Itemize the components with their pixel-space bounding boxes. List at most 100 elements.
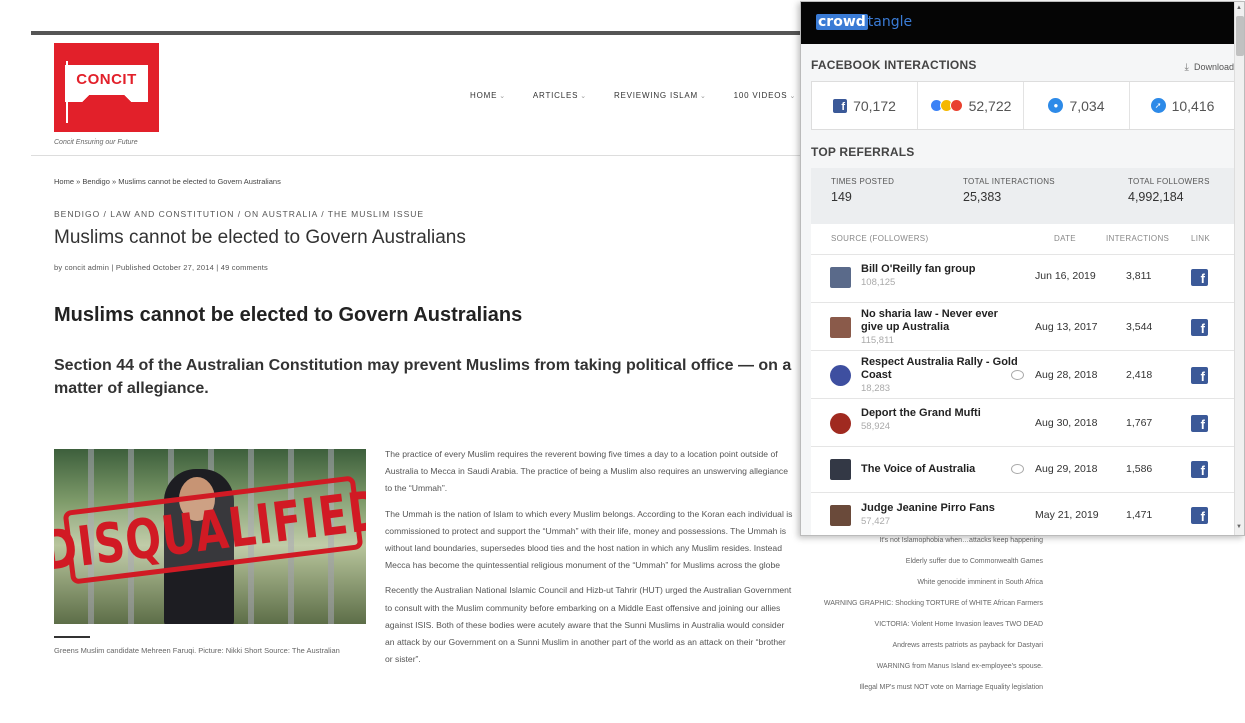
source-name[interactable]: The Voice of Australia [861, 463, 1021, 476]
post-date: Jun 16, 2019 [1035, 270, 1096, 282]
post-title: Muslims cannot be elected to Govern Aust… [54, 227, 466, 248]
column-header-interactions: INTERACTIONS [1106, 234, 1170, 243]
crowdtangle-panel: crowd tangle FACEBOOK INTERACTIONS ⤓ Downl… [800, 1, 1245, 536]
source-name[interactable]: Deport the Grand Mufti [861, 407, 1021, 420]
chevron-down-icon: ⌄ [699, 93, 707, 100]
main-nav: HOME ⌄ ARTICLES ⌄ REVIEWING ISLAM ⌄ 100 VID… [470, 91, 796, 100]
totals-label: TIMES POSTED [831, 177, 895, 186]
totals-value: 4,992,184 [1128, 190, 1184, 204]
breadcrumb: Home » Bendigo » Muslims cannot be elect… [54, 177, 281, 186]
scroll-thumb[interactable] [1236, 16, 1244, 56]
avatar [830, 459, 851, 480]
interaction-count: 2,418 [1126, 369, 1153, 381]
total-followers: TOTAL FOLLOWERS 4,992,184 [1128, 177, 1210, 204]
metric-shares: f 70,172 [812, 82, 918, 129]
scroll-up-icon[interactable]: ▲ [1236, 5, 1242, 11]
download-label: Download [1193, 62, 1234, 72]
panel-scrollbar[interactable]: ▲ ▼ [1234, 2, 1244, 535]
article-paragraph: The practice of every Muslim requires th… [385, 449, 789, 494]
scroll-down-icon[interactable]: ▼ [1236, 524, 1242, 530]
table-row: Respect Australia Rally - Gold Coast 18,… [811, 350, 1236, 398]
source-name[interactable]: No sharia law - Never ever give up Austr… [861, 308, 1021, 334]
breadcrumb-bendigo[interactable]: Bendigo [82, 177, 110, 186]
logo-text: CONCIT [76, 71, 137, 88]
recent-post-link[interactable]: Illegal MP's must NOT vote on Marriage E… [780, 683, 1043, 693]
site-logo[interactable]: CONCIT [54, 43, 159, 132]
source-name[interactable]: Bill O'Reilly fan group [861, 263, 1021, 276]
share-arrow-icon: ➚ [1150, 98, 1166, 113]
interaction-count: 1,586 [1126, 463, 1153, 475]
photo-caption: Greens Muslim candidate Mehreen Faruqi. … [54, 646, 340, 655]
recent-post-link[interactable]: WARNING from Manus Island ex-employee's … [780, 662, 1043, 672]
article-heading: Muslims cannot be elected to Govern Aust… [54, 304, 523, 326]
download-button[interactable]: ⤓ Download [1185, 62, 1234, 73]
interaction-count: 1,471 [1126, 509, 1153, 521]
post-byline: by concit admin | Published October 27, … [54, 263, 268, 272]
facebook-interactions-title: FACEBOOK INTERACTIONS [811, 58, 977, 72]
recent-post-link[interactable]: White genocide imminent in South Africa [780, 578, 1043, 588]
avatar [830, 413, 851, 434]
facebook-link-icon[interactable]: f [1191, 367, 1208, 384]
interaction-count: 1,767 [1126, 417, 1153, 429]
facebook-link-icon[interactable]: f [1191, 507, 1208, 524]
logo-part-2: tangle [867, 14, 913, 30]
recent-post-link[interactable]: Andrews arrests patriots as payback for … [780, 641, 1043, 651]
source-name[interactable]: Respect Australia Rally - Gold Coast [861, 356, 1021, 382]
table-row: Judge Jeanine Pirro Fans 57,427 May 21, … [811, 492, 1236, 535]
nav-100-videos[interactable]: 100 VIDEOS ⌄ [734, 91, 796, 100]
metric-value: 7,034 [1069, 97, 1105, 114]
post-date: Aug 29, 2018 [1035, 463, 1098, 475]
crowdtangle-header: crowd tangle [801, 2, 1244, 44]
column-header-source: SOURCE (FOLLOWERS) [831, 234, 929, 243]
referral-totals: TIMES POSTED 149 TOTAL INTERACTIONS 25,3… [811, 168, 1236, 224]
metric-shares-count: ➚ 10,416 [1130, 82, 1235, 129]
post-categories[interactable]: BENDIGO / LAW AND CONSTITUTION / ON AUST… [54, 209, 424, 219]
total-interactions: TOTAL INTERACTIONS 25,383 [963, 177, 1055, 204]
table-row: Bill O'Reilly fan group 108,125 Jun 16, … [811, 254, 1236, 302]
nav-home[interactable]: HOME ⌄ [470, 91, 506, 100]
facebook-link-icon[interactable]: f [1191, 461, 1208, 478]
site-tagline: Concit Ensuring our Future [54, 139, 138, 146]
metric-comments: ● 7,034 [1024, 82, 1130, 129]
source-followers: 18,283 [861, 383, 891, 394]
interaction-count: 3,544 [1126, 321, 1153, 333]
comment-icon [1011, 370, 1024, 380]
source-followers: 115,811 [861, 335, 894, 346]
avatar [830, 365, 851, 386]
logo-part-1: crowd [816, 14, 868, 30]
totals-label: TOTAL FOLLOWERS [1128, 177, 1210, 186]
top-referrals-title: TOP REFERRALS [811, 145, 915, 159]
totals-value: 25,383 [963, 190, 1002, 204]
comment-bubble-icon: ● [1048, 98, 1064, 113]
nav-100-videos-label: 100 VIDEOS [733, 91, 788, 100]
article-paragraph: Recently the Australian National Islamic… [385, 585, 792, 665]
table-row: Deport the Grand Mufti 58,924 Aug 30, 20… [811, 398, 1236, 446]
source-name[interactable]: Judge Jeanine Pirro Fans [861, 502, 1021, 515]
post-date: May 21, 2019 [1035, 509, 1099, 521]
comment-icon [1011, 464, 1024, 474]
breadcrumb-home[interactable]: Home [54, 177, 74, 186]
totals-label: TOTAL INTERACTIONS [963, 177, 1055, 186]
facebook-link-icon[interactable]: f [1191, 319, 1208, 336]
recent-post-link[interactable]: WARNING GRAPHIC: Shocking TORTURE of WHI… [780, 599, 1043, 609]
facebook-link-icon[interactable]: f [1191, 415, 1208, 432]
table-row: The Voice of Australia Aug 29, 2018 1,58… [811, 446, 1236, 494]
source-followers: 57,427 [861, 516, 891, 527]
breadcrumb-current: Muslims cannot be elected to Govern Aust… [118, 177, 281, 186]
chevron-down-icon: ⌄ [789, 93, 797, 100]
recent-post-link[interactable]: It's not Islamophobia when…attacks keep … [780, 536, 1043, 546]
nav-home-label: HOME [470, 91, 498, 100]
metric-value: 10,416 [1171, 97, 1215, 114]
nav-articles[interactable]: ARTICLES ⌄ [533, 91, 587, 100]
nav-reviewing-islam[interactable]: REVIEWING ISLAM ⌄ [614, 91, 707, 100]
facebook-link-icon[interactable]: f [1191, 269, 1208, 286]
source-followers: 108,125 [861, 277, 896, 288]
recent-posts-list: It's not Islamophobia when…attacks keep … [780, 536, 1043, 704]
metric-value: 70,172 [853, 97, 896, 114]
interaction-metrics: f 70,172 52,722 ● 7,034 ➚ 10,416 [811, 81, 1236, 130]
recent-post-link[interactable]: VICTORIA: Violent Home Invasion leaves T… [780, 620, 1043, 630]
avatar [830, 317, 851, 338]
totals-value: 149 [831, 190, 852, 204]
chevron-down-icon: ⌄ [580, 93, 587, 100]
recent-post-link[interactable]: Elderly suffer due to Commonwealth Games [780, 557, 1043, 567]
